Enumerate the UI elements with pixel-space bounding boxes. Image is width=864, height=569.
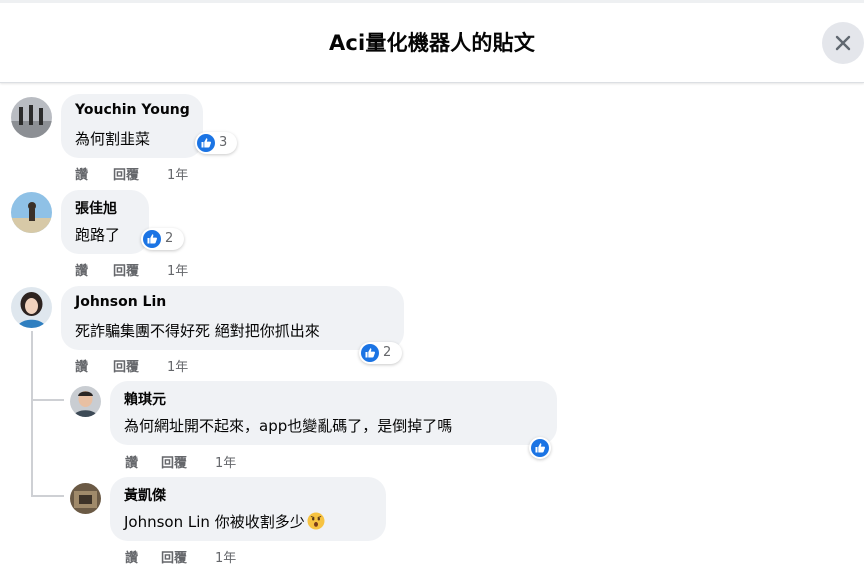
comment-bubble: Youchin Young 為何割韭菜 xyxy=(61,94,203,158)
comment-bubble: 張佳旭 跑路了 xyxy=(61,190,149,254)
dialog-header: Aci量化機器人的貼文 xyxy=(0,0,864,83)
reply-button[interactable]: 回覆 xyxy=(113,164,139,183)
reply-text: Johnson Lin 你被收割多少 xyxy=(124,511,325,532)
avatar[interactable] xyxy=(11,287,52,328)
reaction-count[interactable]: 3 xyxy=(195,132,237,154)
like-reaction-icon xyxy=(143,230,161,248)
timestamp-link[interactable]: 1年 xyxy=(167,260,188,279)
close-icon xyxy=(835,35,851,51)
like-reaction-icon xyxy=(197,134,215,152)
dialog-title: Aci量化機器人的貼文 xyxy=(328,31,536,55)
thread-branch xyxy=(31,399,64,401)
close-button[interactable] xyxy=(822,22,864,64)
reply-text-body: 你被收割多少 xyxy=(209,513,305,531)
header-top-strip xyxy=(0,0,864,3)
avatar-image xyxy=(11,97,52,138)
timestamp-link[interactable]: 1年 xyxy=(215,452,236,471)
avatar[interactable] xyxy=(70,386,101,417)
comment-text: 為何割韭菜 xyxy=(75,130,151,148)
avatar[interactable] xyxy=(11,192,52,233)
avatar[interactable] xyxy=(11,97,52,138)
reply-button[interactable]: 回覆 xyxy=(113,356,139,375)
comment-author[interactable]: Johnson Lin xyxy=(75,294,166,310)
reply-bubble: 賴琪元 為何網址開不起來，app也變亂碼了，是倒掉了嗎 xyxy=(110,381,557,445)
like-button[interactable]: 讚 xyxy=(75,164,88,183)
avatar-image xyxy=(70,483,101,514)
reply-button[interactable]: 回覆 xyxy=(113,260,139,279)
avatar-image xyxy=(11,287,52,328)
reaction-count[interactable] xyxy=(529,437,551,459)
reply-author[interactable]: 黃凱傑 xyxy=(124,485,166,505)
comment-bubble: Johnson Lin 死詐騙集團不得好死 絕對把你抓出來 xyxy=(61,286,404,350)
astonished-face-emoji-icon xyxy=(307,512,325,530)
like-reaction-icon xyxy=(531,439,549,457)
reply-button[interactable]: 回覆 xyxy=(161,547,187,566)
user-mention[interactable]: Johnson Lin xyxy=(124,513,210,531)
timestamp-link[interactable]: 1年 xyxy=(215,547,236,566)
reaction-count[interactable]: 2 xyxy=(359,342,402,364)
reply-button[interactable]: 回覆 xyxy=(161,452,187,471)
avatar-image xyxy=(70,386,101,417)
comment-text: 跑路了 xyxy=(75,226,121,244)
reaction-count[interactable]: 2 xyxy=(141,228,184,250)
comment-author[interactable]: Youchin Young xyxy=(75,102,190,118)
like-button[interactable]: 讚 xyxy=(125,547,138,566)
timestamp-link[interactable]: 1年 xyxy=(167,164,188,183)
comment-author[interactable]: 張佳旭 xyxy=(75,198,117,218)
thread-line xyxy=(31,331,33,497)
reaction-count-number: 3 xyxy=(219,135,228,150)
like-button[interactable]: 讚 xyxy=(125,452,138,471)
like-button[interactable]: 讚 xyxy=(75,356,88,375)
reply-text: 為何網址開不起來，app也變亂碼了，是倒掉了嗎 xyxy=(124,417,453,435)
timestamp-link[interactable]: 1年 xyxy=(167,356,188,375)
avatar[interactable] xyxy=(70,483,101,514)
reaction-count-number: 2 xyxy=(165,231,174,246)
reply-author[interactable]: 賴琪元 xyxy=(124,389,166,409)
comment-text: 死詐騙集團不得好死 絕對把你抓出來 xyxy=(75,322,320,340)
thread-branch xyxy=(31,495,64,497)
reply-bubble: 黃凱傑 Johnson Lin 你被收割多少 xyxy=(110,477,386,541)
avatar-image xyxy=(11,192,52,233)
reaction-count-number: 2 xyxy=(383,345,392,360)
like-button[interactable]: 讚 xyxy=(75,260,88,279)
like-reaction-icon xyxy=(361,344,379,362)
